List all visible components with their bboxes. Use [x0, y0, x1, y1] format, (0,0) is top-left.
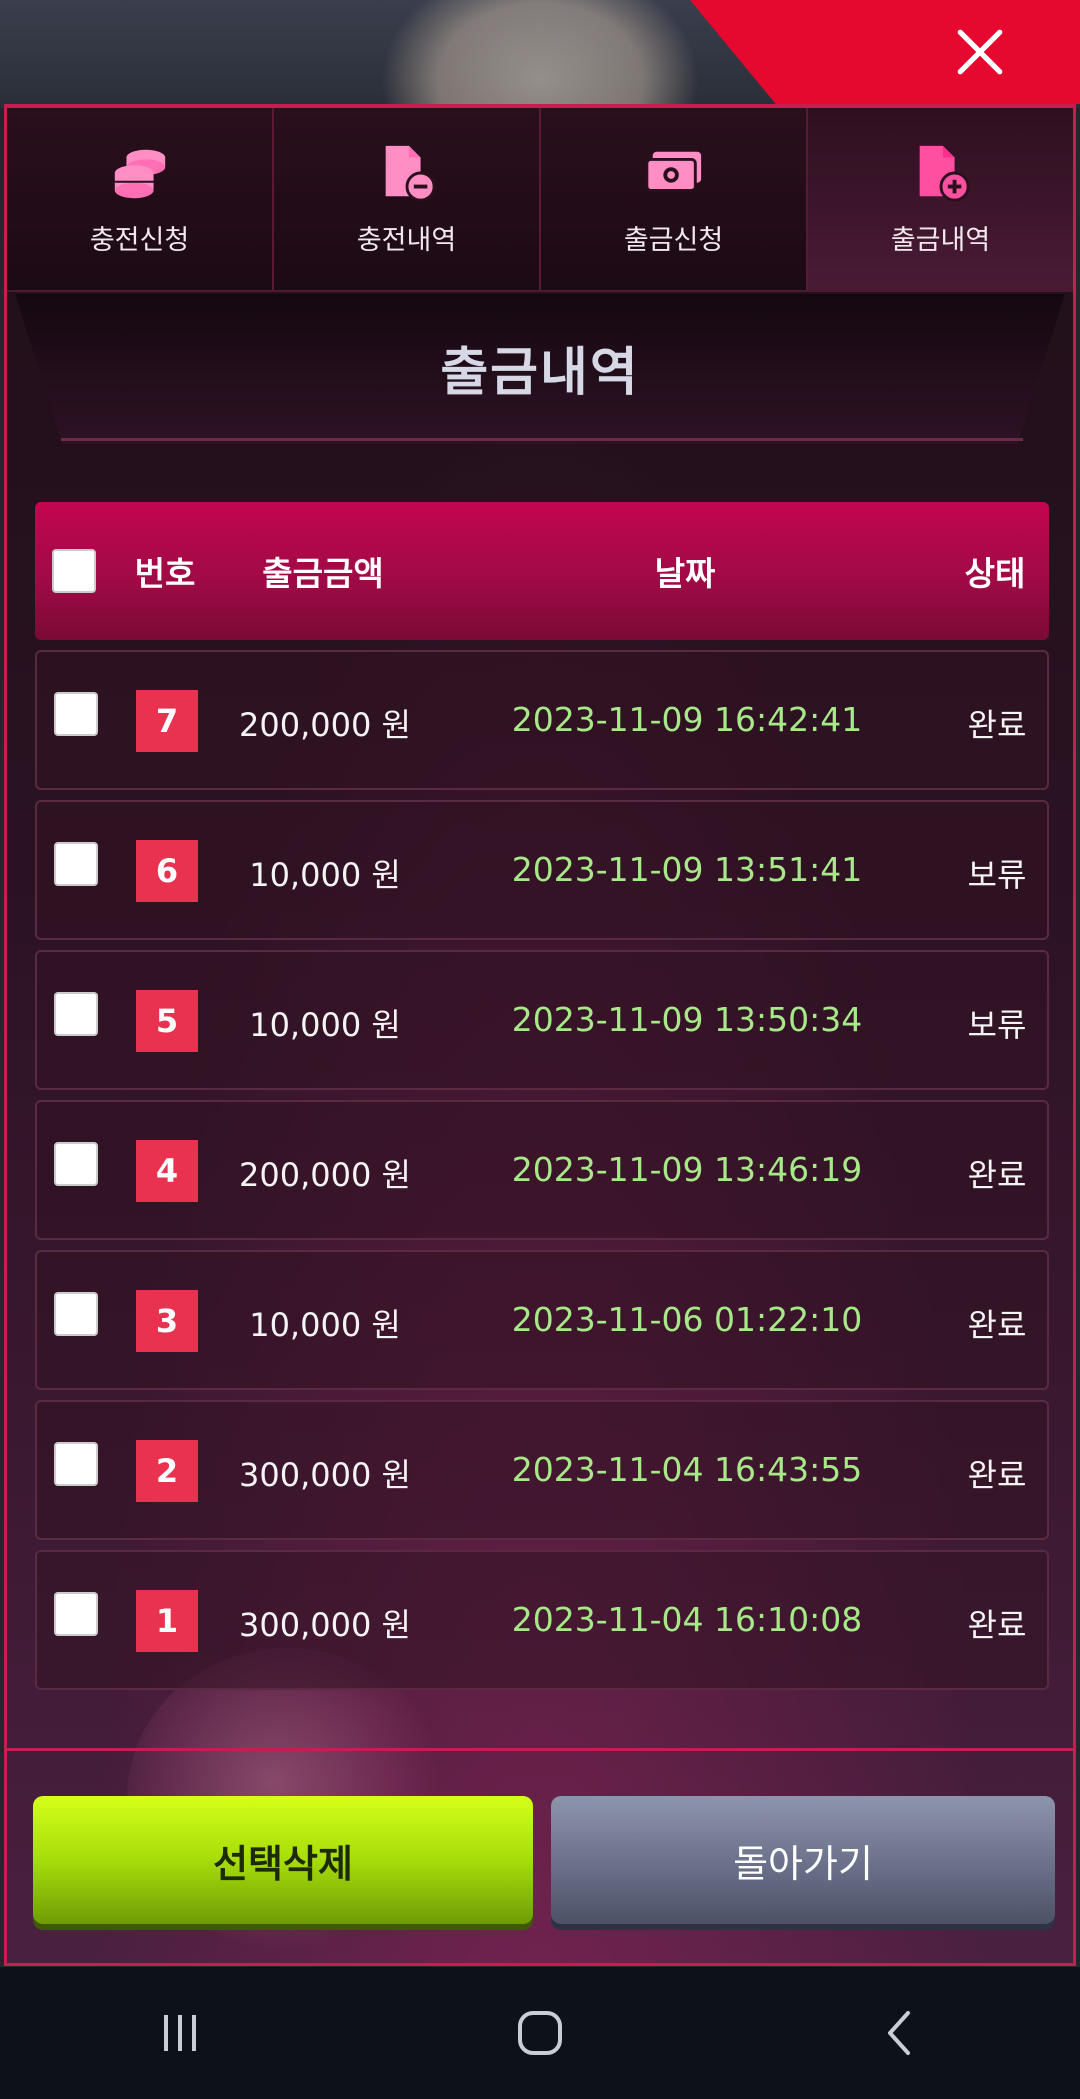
title-plate-border [61, 438, 1023, 441]
row-date: 2023-11-09 13:50:34 [511, 1000, 863, 1039]
row-number-badge: 5 [136, 990, 198, 1052]
table-row: 6 10,000 원 2023-11-09 13:51:41 보류 [35, 800, 1049, 940]
recent-apps-button[interactable] [120, 1983, 240, 2083]
document-minus-icon [385, 145, 436, 202]
tab-label: 출금신청 [623, 224, 724, 256]
close-button[interactable] [940, 14, 1020, 90]
row-date: 2023-11-06 01:22:10 [511, 1300, 863, 1339]
row-status: 완료 [967, 1606, 1027, 1644]
coins-icon [114, 149, 165, 198]
row-amount: 200,000 원 [239, 706, 411, 744]
row-amount: 10,000 원 [249, 1306, 401, 1344]
table-row: 2 300,000 원 2023-11-04 16:43:55 완료 [35, 1400, 1049, 1540]
row-status: 완료 [967, 706, 1027, 744]
row-status: 완료 [967, 1456, 1027, 1494]
row-amount: 200,000 원 [239, 1156, 411, 1194]
tab-withdraw-request[interactable]: 출금신청 [541, 108, 808, 290]
home-icon [518, 2011, 562, 2055]
recent-apps-icon [164, 2015, 196, 2051]
select-all-checkbox[interactable] [52, 549, 96, 593]
system-back-button[interactable] [840, 1983, 960, 2083]
page-title: 출금내역 [440, 343, 640, 403]
header-number: 번호 [134, 554, 196, 593]
tab-withdraw-history[interactable]: 출금내역 [808, 108, 1073, 290]
header-status: 상태 [964, 554, 1026, 593]
row-date: 2023-11-09 16:42:41 [511, 700, 863, 739]
table-header: 번호 출금금액 날짜 상태 [35, 502, 1049, 640]
tab-label: 충전신청 [89, 224, 190, 256]
table-row: 5 10,000 원 2023-11-09 13:50:34 보류 [35, 950, 1049, 1090]
row-status: 보류 [967, 1006, 1027, 1044]
row-amount: 300,000 원 [239, 1456, 411, 1494]
row-checkbox[interactable] [54, 842, 98, 886]
tab-label: 출금내역 [890, 224, 991, 256]
system-navigation-bar [0, 1967, 1080, 2099]
row-number-badge: 4 [136, 1140, 198, 1202]
back-button[interactable]: 돌아가기 [551, 1796, 1055, 1924]
row-number-badge: 6 [136, 840, 198, 902]
row-date: 2023-11-09 13:51:41 [511, 850, 863, 889]
table-row: 4 200,000 원 2023-11-09 13:46:19 완료 [35, 1100, 1049, 1240]
row-number-badge: 7 [136, 690, 198, 752]
row-number-badge: 3 [136, 1290, 198, 1352]
header-date: 날짜 [654, 554, 716, 593]
row-date: 2023-11-09 13:46:19 [511, 1150, 863, 1189]
row-checkbox[interactable] [54, 692, 98, 736]
row-status: 완료 [967, 1306, 1027, 1344]
tab-deposit-history[interactable]: 충전내역 [274, 108, 541, 290]
row-checkbox[interactable] [54, 1592, 98, 1636]
table-row: 1 300,000 원 2023-11-04 16:10:08 완료 [35, 1550, 1049, 1690]
withdrawal-table: 번호 출금금액 날짜 상태 7 200,000 원 2023-11-09 16:… [35, 502, 1049, 1690]
row-number-badge: 1 [136, 1590, 198, 1652]
row-amount: 10,000 원 [249, 856, 401, 894]
row-checkbox[interactable] [54, 1442, 98, 1486]
row-status: 보류 [967, 856, 1027, 894]
tab-deposit-request[interactable]: 충전신청 [7, 108, 274, 290]
withdrawal-history-panel: 충전신청 충전내역 출금신청 출금내역 출금내역 번호 출금금액 날짜 상태 7… [4, 104, 1076, 1966]
row-date: 2023-11-04 16:43:55 [511, 1450, 863, 1489]
table-row: 7 200,000 원 2023-11-09 16:42:41 완료 [35, 650, 1049, 790]
cash-icon [644, 151, 701, 192]
row-status: 완료 [967, 1156, 1027, 1194]
row-checkbox[interactable] [54, 1292, 98, 1336]
chevron-left-icon [888, 2011, 910, 2055]
close-icon [957, 29, 1003, 75]
row-number-badge: 2 [136, 1440, 198, 1502]
header-amount: 출금금액 [262, 554, 384, 593]
document-plus-icon [919, 145, 970, 202]
row-checkbox[interactable] [54, 992, 98, 1036]
tab-bar: 충전신청 충전내역 출금신청 출금내역 [7, 108, 1073, 292]
footer-divider [7, 1748, 1073, 1751]
row-checkbox[interactable] [54, 1142, 98, 1186]
delete-selected-button[interactable]: 선택삭제 [33, 1796, 533, 1924]
home-button[interactable] [480, 1983, 600, 2083]
background-character-art [380, 0, 700, 108]
row-amount: 10,000 원 [249, 1006, 401, 1044]
table-row: 3 10,000 원 2023-11-06 01:22:10 완료 [35, 1250, 1049, 1390]
row-date: 2023-11-04 16:10:08 [511, 1600, 863, 1639]
row-amount: 300,000 원 [239, 1606, 411, 1644]
tab-label: 충전내역 [356, 224, 457, 256]
